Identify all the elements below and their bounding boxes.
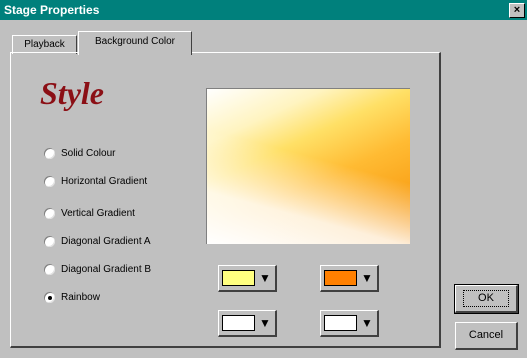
color-swatch: [222, 270, 255, 286]
radio-indicator: [44, 175, 55, 187]
close-icon: ×: [513, 4, 521, 16]
radio-label: Diagonal Gradient A: [61, 235, 151, 247]
window-title: Stage Properties: [4, 3, 100, 17]
radio-horizontal-gradient[interactable]: Horizontal Gradient: [44, 174, 147, 188]
radio-rainbow[interactable]: Rainbow: [44, 290, 100, 304]
color-picker-top-left[interactable]: ▼: [218, 265, 277, 292]
tab-background-color[interactable]: Background Color: [78, 31, 192, 55]
dropdown-arrow-icon: ▼: [361, 271, 373, 285]
stage-properties-dialog: Stage Properties × Playback Background C…: [0, 0, 527, 358]
color-swatch: [324, 270, 357, 286]
ok-button[interactable]: OK: [454, 284, 519, 314]
color-picker-top-right[interactable]: ▼: [320, 265, 379, 292]
gradient-preview: [206, 88, 410, 244]
radio-label: Diagonal Gradient B: [61, 263, 152, 275]
radio-indicator: [44, 291, 55, 303]
dropdown-arrow-icon: ▼: [259, 316, 271, 330]
color-swatch: [222, 315, 255, 331]
radio-indicator: [44, 207, 55, 219]
color-picker-bottom-left[interactable]: ▼: [218, 310, 277, 337]
radio-label: Horizontal Gradient: [61, 175, 148, 187]
ok-label: OK: [463, 290, 509, 307]
radio-indicator: [44, 235, 55, 247]
radio-label: Rainbow: [61, 291, 100, 303]
dropdown-arrow-icon: ▼: [361, 316, 373, 330]
title-bar[interactable]: Stage Properties ×: [0, 0, 527, 20]
radio-solid-colour[interactable]: Solid Colour: [44, 146, 115, 160]
radio-diagonal-gradient-a[interactable]: Diagonal Gradient A: [44, 234, 151, 248]
dropdown-arrow-icon: ▼: [259, 271, 271, 285]
radio-label: Solid Colour: [61, 147, 116, 159]
radio-diagonal-gradient-b[interactable]: Diagonal Gradient B: [44, 262, 151, 276]
cancel-button[interactable]: Cancel: [455, 322, 518, 350]
color-swatch: [324, 315, 357, 331]
radio-indicator: [44, 147, 55, 159]
radio-indicator: [44, 263, 55, 275]
color-picker-bottom-right[interactable]: ▼: [320, 310, 379, 337]
radio-vertical-gradient[interactable]: Vertical Gradient: [44, 206, 135, 220]
radio-label: Vertical Gradient: [61, 207, 135, 219]
close-button[interactable]: ×: [509, 3, 525, 18]
style-heading: Style: [40, 75, 104, 111]
